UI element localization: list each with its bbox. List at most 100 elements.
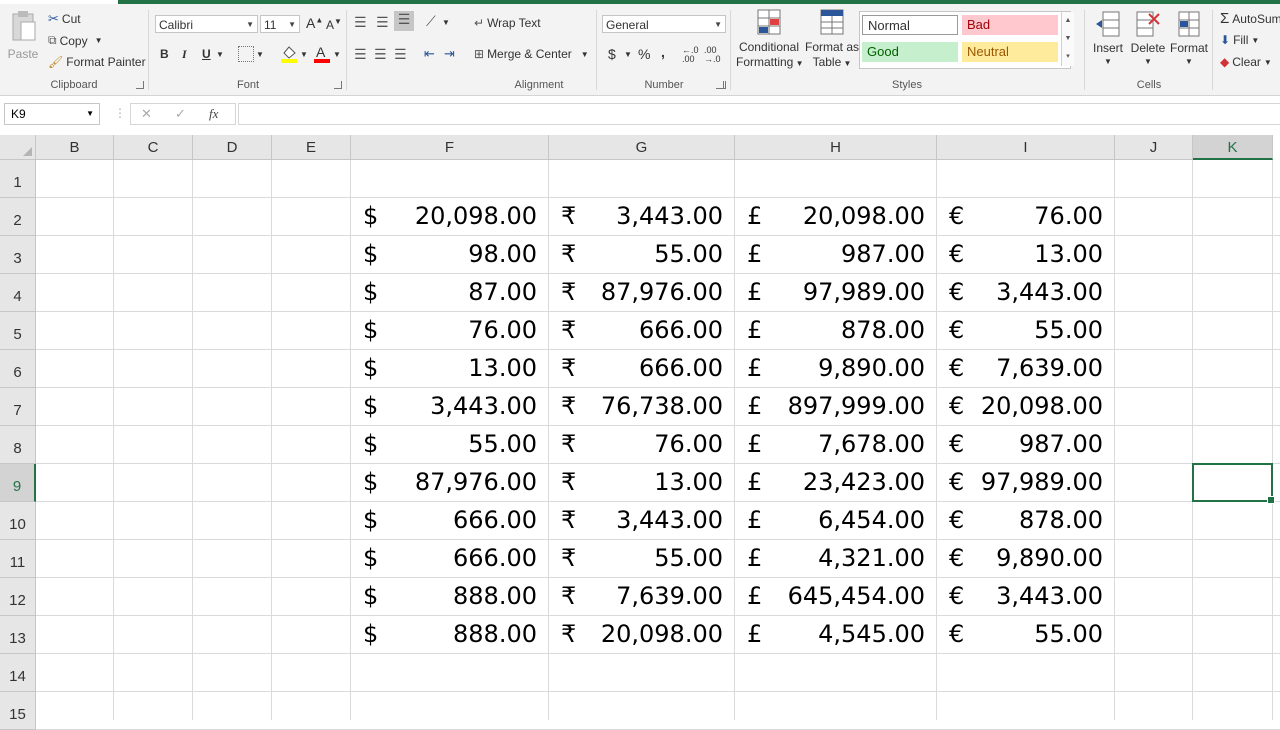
number-format-select[interactable]: General ▼	[602, 15, 726, 33]
cell-g8[interactable]: 76.00	[549, 430, 723, 458]
cell-g12[interactable]: 7,639.00	[549, 582, 723, 610]
italic-button[interactable]: I	[182, 47, 187, 62]
chevron-down-icon[interactable]: ▼	[624, 50, 632, 59]
row-header-3[interactable]: 3	[0, 236, 36, 274]
cell-g9[interactable]: 13.00	[549, 468, 723, 496]
cell-g7[interactable]: 76,738.00	[549, 392, 723, 420]
cell-h12[interactable]: 645,454.00	[735, 582, 925, 610]
column-header-b[interactable]: B	[36, 135, 114, 160]
cell-g10[interactable]: 3,443.00	[549, 506, 723, 534]
cell-h3[interactable]: 987.00	[735, 240, 925, 268]
chevron-down-icon[interactable]: ▼	[333, 50, 341, 59]
cut-button[interactable]: ✂ Cut	[48, 11, 81, 27]
number-launcher-icon[interactable]	[718, 81, 726, 89]
cancel-icon[interactable]: ✕	[141, 106, 152, 122]
increase-decimal-icon[interactable]: ←.0.00	[682, 46, 699, 64]
cell-f11[interactable]: 666.00	[351, 544, 537, 572]
chevron-down-icon[interactable]: ▼	[95, 36, 103, 45]
enter-icon[interactable]: ✓	[175, 106, 186, 122]
clear-button[interactable]: ◆ Clear ▼	[1220, 55, 1272, 69]
row-header-7[interactable]: 7	[0, 388, 36, 426]
wrap-text-button[interactable]: ↵ Wrap Text	[474, 16, 541, 30]
cell-g5[interactable]: 666.00	[549, 316, 723, 344]
row-header-11[interactable]: 11	[0, 540, 36, 578]
align-top-icon[interactable]: ☰	[354, 14, 367, 31]
row-header-14[interactable]: 14	[0, 654, 36, 692]
format-painter-button[interactable]: 🖌 Format Painter	[48, 55, 146, 69]
currency-button[interactable]: $	[608, 46, 616, 62]
bold-button[interactable]: B	[160, 47, 169, 61]
cell-i4[interactable]: 3,443.00	[937, 278, 1103, 306]
cell-f2[interactable]: 20,098.00	[351, 202, 537, 230]
cell-h4[interactable]: 97,989.00	[735, 278, 925, 306]
cell-i7[interactable]: 20,098.00	[937, 392, 1103, 420]
decrease-indent-icon[interactable]: ⇤	[424, 46, 435, 62]
align-right-icon[interactable]: ☰	[394, 46, 407, 63]
cell-h10[interactable]: 6,454.00	[735, 506, 925, 534]
row-header-2[interactable]: 2	[0, 198, 36, 236]
percent-button[interactable]: %	[638, 46, 650, 62]
cell-f10[interactable]: 666.00	[351, 506, 537, 534]
row-header-15[interactable]: 15	[0, 692, 36, 730]
select-all-button[interactable]	[0, 135, 36, 160]
style-neutral[interactable]: Neutral	[962, 42, 1058, 62]
cell-i3[interactable]: 13.00	[937, 240, 1103, 268]
row-header-5[interactable]: 5	[0, 312, 36, 350]
align-center-icon[interactable]: ☰	[374, 46, 387, 63]
cell-f9[interactable]: 87,976.00	[351, 468, 537, 496]
row-header-1[interactable]: 1	[0, 160, 36, 198]
borders-icon[interactable]	[238, 46, 254, 62]
align-left-icon[interactable]: ☰	[354, 46, 367, 63]
chevron-down-icon[interactable]: ▼	[216, 50, 224, 59]
cell-h2[interactable]: 20,098.00	[735, 202, 925, 230]
cell-i5[interactable]: 55.00	[937, 316, 1103, 344]
cell-f12[interactable]: 888.00	[351, 582, 537, 610]
cell-i6[interactable]: 7,639.00	[937, 354, 1103, 382]
autosum-button[interactable]: Σ AutoSum	[1220, 10, 1280, 27]
column-header-h[interactable]: H	[735, 135, 937, 160]
orientation-icon[interactable]: ⟋	[426, 13, 436, 30]
cell-f13[interactable]: 888.00	[351, 620, 537, 648]
more-options-icon[interactable]: ⋮	[114, 106, 126, 120]
cell-h7[interactable]: 897,999.00	[735, 392, 925, 420]
chevron-down-icon[interactable]: ▼	[86, 104, 94, 124]
active-cell[interactable]	[1192, 463, 1275, 504]
styles-gallery-scroll[interactable]: ▲ ▼ ▾	[1061, 12, 1074, 66]
decrease-font-icon[interactable]: A▼	[326, 17, 342, 32]
increase-font-icon[interactable]: A▲	[306, 15, 323, 31]
column-header-c[interactable]: C	[114, 135, 193, 160]
style-normal[interactable]: Normal	[862, 15, 958, 35]
cell-f8[interactable]: 55.00	[351, 430, 537, 458]
delete-button[interactable]: Delete ▼	[1128, 10, 1168, 69]
cell-i2[interactable]: 76.00	[937, 202, 1103, 230]
cell-f3[interactable]: 98.00	[351, 240, 537, 268]
cell-f7[interactable]: 3,443.00	[351, 392, 537, 420]
cell-h5[interactable]: 878.00	[735, 316, 925, 344]
name-box[interactable]: K9 ▼	[4, 103, 100, 125]
row-header-4[interactable]: 4	[0, 274, 36, 312]
column-header-j[interactable]: J	[1115, 135, 1193, 160]
fill-color-icon[interactable]	[280, 44, 298, 67]
row-header-12[interactable]: 12	[0, 578, 36, 616]
comma-button[interactable]: ,	[661, 44, 665, 60]
cell-f5[interactable]: 76.00	[351, 316, 537, 344]
chevron-down-icon[interactable]: ▼	[256, 50, 264, 59]
cell-i11[interactable]: 9,890.00	[937, 544, 1103, 572]
cell-i9[interactable]: 97,989.00	[937, 468, 1103, 496]
decrease-decimal-icon[interactable]: .00 →.0	[704, 46, 721, 64]
cell-g13[interactable]: 20,098.00	[549, 620, 723, 648]
column-header-k[interactable]: K	[1193, 135, 1273, 160]
cell-h13[interactable]: 4,545.00	[735, 620, 925, 648]
cell-h11[interactable]: 4,321.00	[735, 544, 925, 572]
clipboard-launcher-icon[interactable]	[136, 81, 144, 89]
font-color-icon[interactable]: A	[313, 44, 331, 67]
cell-grid[interactable]: $20,098.00 ₹3,443.00 £20,098.00 €76.00 $98.0…	[36, 160, 1280, 730]
formula-input[interactable]	[238, 103, 1280, 125]
cell-f4[interactable]: 87.00	[351, 278, 537, 306]
copy-button[interactable]: ⧉ Copy ▼	[48, 33, 103, 48]
row-header-9[interactable]: 9	[0, 464, 36, 502]
increase-indent-icon[interactable]: ⇥	[444, 46, 455, 62]
insert-function-icon[interactable]: fx	[209, 106, 218, 122]
cell-g2[interactable]: 3,443.00	[549, 202, 723, 230]
column-header-f[interactable]: F	[351, 135, 549, 160]
